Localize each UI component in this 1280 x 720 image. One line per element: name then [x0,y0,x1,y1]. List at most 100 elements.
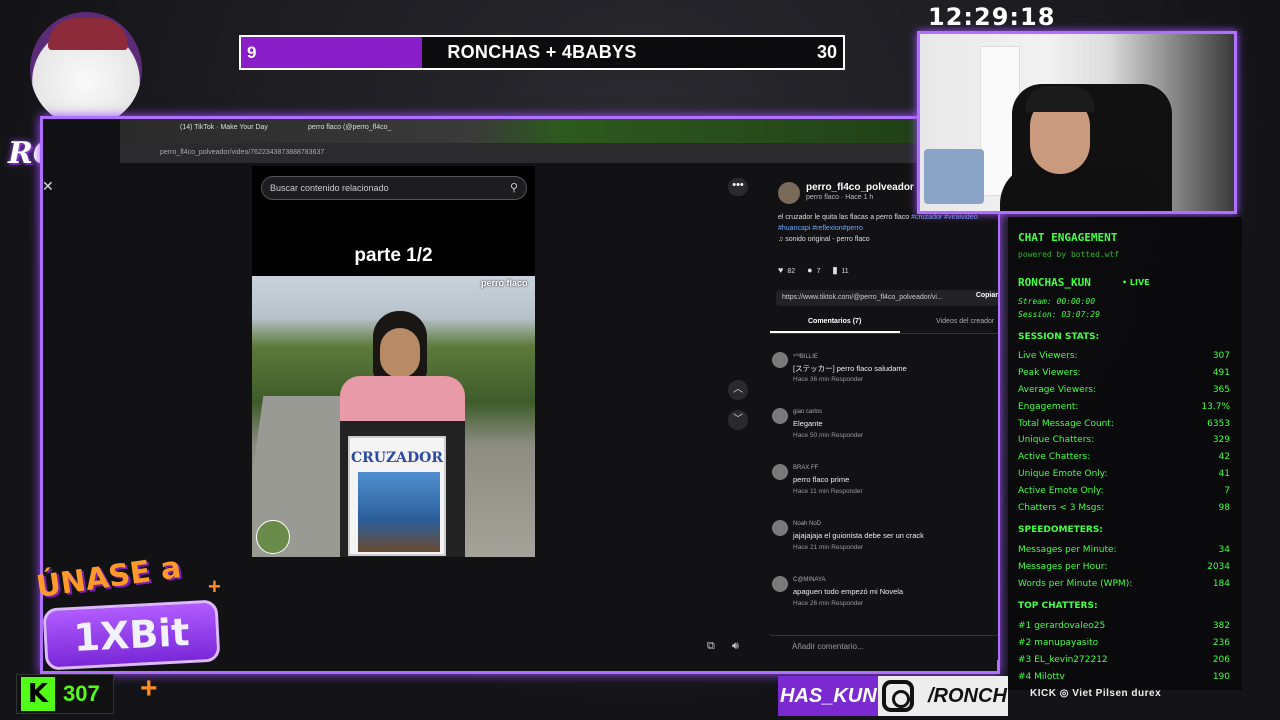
author-avatar[interactable] [778,182,800,204]
close-icon[interactable]: ✕ [42,178,54,195]
promo-brand: 1XBit [42,599,221,671]
plus-icon: + [140,672,158,705]
add-comment-input[interactable]: Añadir comentario... [770,635,998,657]
tab-tiktok[interactable]: (14) TikTok · Make Your Day [180,124,268,131]
stat-row: Total Message Count: 6353 [1018,419,1230,429]
social-handle-left: HAS_KUN [778,676,878,716]
stat-value: 365 [1212,385,1230,395]
comment-text: jajajajaja el guionista debe ser un crac… [793,531,924,540]
author-username[interactable]: perro_fl4co_polveador [806,182,914,193]
like-count: 82 [787,268,796,275]
session-stats-heading: SESSION STATS: [1018,332,1100,342]
background-object [924,149,984,204]
stat-value: 34 [1218,545,1230,555]
stat-value: 42 [1218,452,1230,462]
stat-label: Active Chatters: [1018,452,1091,462]
heart-icon: ♥ [778,265,784,275]
search-input[interactable]: Buscar contenido relacionado ⚲ [261,176,527,200]
stat-label: Messages per Hour: [1018,562,1108,572]
commenter-name[interactable]: Noah NoD [793,521,821,527]
comment-button[interactable]: ● 7 [807,265,820,276]
pip-icon[interactable]: ⧉ [707,640,715,653]
comment-meta[interactable]: Hace 11 min Responder [793,488,863,495]
stat-label: Messages per Minute: [1018,545,1117,555]
stat-row: Average Viewers: 365 [1018,385,1230,395]
webcam-feed [917,31,1237,214]
tab-creator-videos[interactable]: Videos del creador [936,318,994,325]
tab-label: perro flaco (@perro_fl4co_ [308,124,392,131]
stat-row: Active Chatters: 42 [1018,452,1230,462]
social-strip: HAS_KUN /RONCH [778,676,1008,716]
stat-value: 13.7% [1201,402,1230,412]
commenter-avatar[interactable] [772,520,788,536]
creator-avatar[interactable] [256,520,290,554]
comment-meta[interactable]: Hace 36 min Responder [793,376,863,383]
top-chatter-row: #2 manupayasito 236 [1018,638,1230,648]
more-options-icon[interactable]: ••• [728,178,748,196]
commenter-avatar[interactable] [772,576,788,592]
stat-value: 6353 [1207,419,1230,429]
commenter-name[interactable]: gian carlos [793,409,822,415]
engagement-title: CHAT ENGAGEMENT [1018,231,1118,244]
stat-label: Words per Minute (WPM): [1018,579,1133,589]
commenter-avatar[interactable] [772,464,788,480]
comment-text: perro flaco prime [793,475,850,484]
stat-row: Unique Chatters: 329 [1018,435,1230,445]
search-icon[interactable]: ⚲ [510,181,518,194]
commenter-avatar[interactable] [772,352,788,368]
tab-comments[interactable]: Comentarios (7) [770,318,901,333]
commenter-avatar[interactable] [772,408,788,424]
tab-label: (14) TikTok · Make Your Day [180,124,268,131]
social-handle-right: /RONCH [928,685,1007,707]
chevron-up-icon[interactable]: ︿ [728,380,748,400]
top-chatter-row: #1 gerardovaleo25 382 [1018,621,1230,631]
video-caption: parte 1/2 [354,245,433,266]
comment-meta[interactable]: Hace 21 min Responder [793,544,863,551]
like-button[interactable]: ♥ 82 [778,265,795,276]
stat-label: Total Message Count: [1018,419,1114,429]
comment-item: Noah NoD jajajajaja el guionista debe se… [770,520,998,570]
streamer-cap [1025,86,1095,112]
video-frame[interactable]: CRUZADOR [252,276,535,557]
chatter-count: 206 [1212,655,1230,665]
save-count: 11 [841,268,849,275]
copy-link-button[interactable]: Copiar [976,292,998,299]
stat-value: 41 [1218,469,1230,479]
scoreboard: 9 RONCHAS + 4BABYS 30 [239,35,845,70]
chatter-count: 190 [1212,672,1230,682]
post-description: el cruzador le quita las flacas a perro … [778,212,998,234]
commenter-name[interactable]: BRAX FF [793,465,818,471]
comment-meta[interactable]: Hace 26 min Responder [793,600,863,607]
stat-label: Peak Viewers: [1018,368,1081,378]
chat-engagement-panel: CHAT ENGAGEMENT powered by botted.wtf RO… [1008,217,1242,690]
comment-icon: ● [807,265,813,275]
tab-perro-flaco[interactable]: perro flaco (@perro_fl4co_ [308,124,391,131]
post-stats: ♥ 82 ● 7 ▮ 11 [778,265,849,276]
stream-time: Stream: 00:00:00 [1018,297,1096,306]
top-chatter-row: #4 Milottv 190 [1018,672,1230,682]
post-link[interactable]: https://www.tiktok.com/@perro_fl4co_polv… [776,290,998,306]
post-panel: perro_fl4co_polveador perro flaco · Hace… [770,170,998,660]
music-label[interactable]: ♫ sonido original - perro flaco [778,236,870,243]
stat-label: Engagement: [1018,402,1079,412]
save-button[interactable]: ▮ 11 [832,265,848,276]
comment-meta[interactable]: Hace 50 min Responder [793,432,863,439]
chevron-down-icon[interactable]: ﹀ [728,410,748,430]
watermark: perro flaco [481,278,528,288]
mascot-hat [48,18,128,50]
speed-row: Words per Minute (WPM): 184 [1018,579,1230,589]
url-text: perro_fl4co_polveador/video/762234387388… [160,149,325,156]
stat-label: Unique Emote Only: [1018,469,1108,479]
stat-label: Average Viewers: [1018,385,1097,395]
speed-row: Messages per Hour: 2034 [1018,562,1230,572]
stat-label: Active Emote Only: [1018,486,1104,496]
kick-icon: K [21,677,55,711]
author-sub: perro flaco · Hace 1 h [806,194,874,201]
volume-icon[interactable]: 🔊︎ [732,640,739,653]
commenter-name[interactable]: ⁵⁰³BILLIE [793,353,818,360]
stat-label: Unique Chatters: [1018,435,1095,445]
commenter-name[interactable]: C@MINAYA [793,577,826,583]
chatter-name: #4 Milottv [1018,672,1065,682]
stat-value: 7 [1224,486,1230,496]
kick-viewer-counter: K 307 [16,674,114,714]
